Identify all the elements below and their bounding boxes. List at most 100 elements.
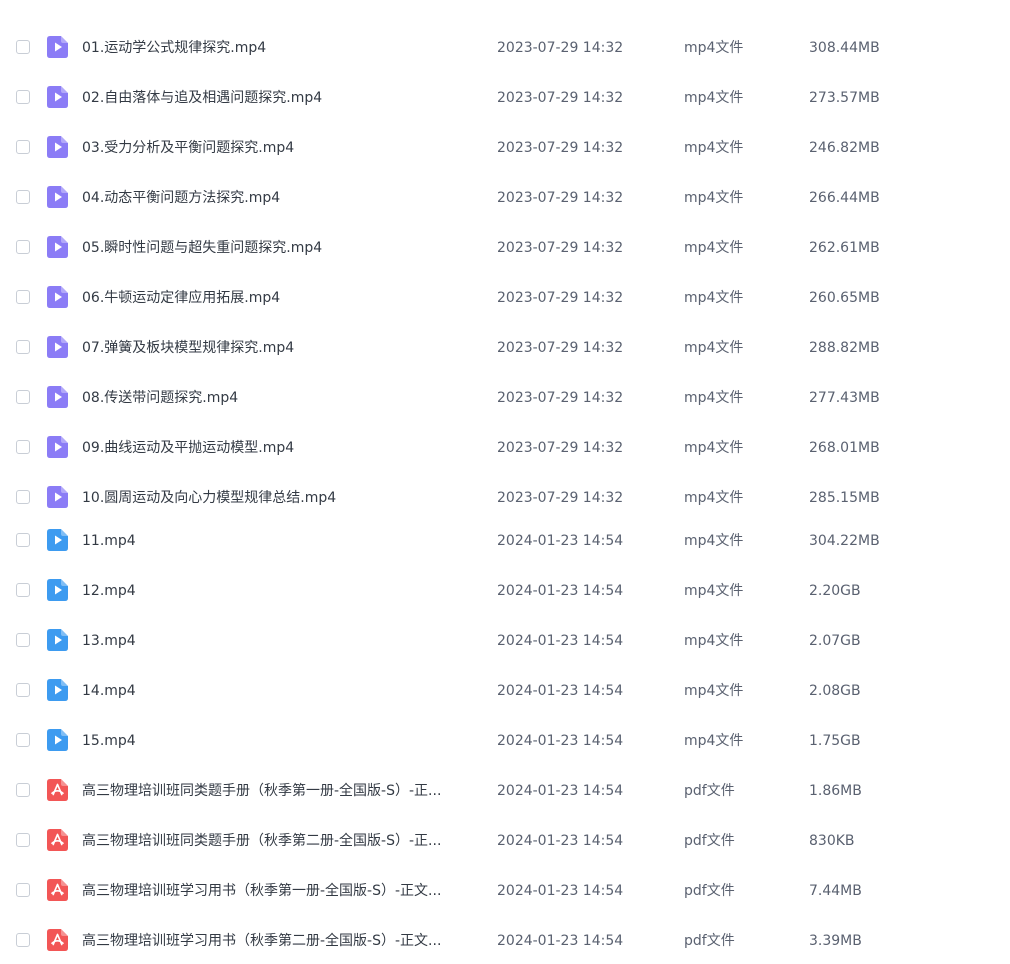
file-date: 2024-01-23 14:54 [497,683,624,699]
file-name[interactable]: 13.mp4 [82,632,136,650]
file-name[interactable]: 高三物理培训班学习用书（秋季第二册-全国版-S）-正文... [82,932,441,950]
file-name[interactable]: 12.mp4 [82,582,136,600]
file-row[interactable]: 14.mp4 2024-01-23 14:54 mp4文件 2.08GB [0,671,1010,711]
file-name[interactable]: 11.mp4 [82,532,136,550]
row-checkbox[interactable] [16,190,30,204]
file-name[interactable]: 05.瞬时性问题与超失重问题探究.mp4 [82,239,322,257]
file-type: mp4文件 [684,733,744,749]
file-date: 2023-07-29 14:32 [497,240,624,256]
row-checkbox[interactable] [16,733,30,747]
file-date: 2024-01-23 14:54 [497,533,624,549]
file-type: mp4文件 [684,683,744,699]
row-checkbox[interactable] [16,633,30,647]
file-row[interactable]: 06.牛顿运动定律应用拓展.mp4 2023-07-29 14:32 mp4文件… [0,278,1010,318]
file-size: 285.15MB [809,490,880,506]
file-date: 2024-01-23 14:54 [497,783,624,799]
row-checkbox[interactable] [16,833,30,847]
row-checkbox[interactable] [16,40,30,54]
row-checkbox[interactable] [16,490,30,504]
file-name[interactable]: 高三物理培训班同类题手册（秋季第一册-全国版-S）-正... [82,782,441,800]
file-row[interactable]: 04.动态平衡问题方法探究.mp4 2023-07-29 14:32 mp4文件… [0,178,1010,218]
file-date: 2023-07-29 14:32 [497,340,624,356]
file-date: 2023-07-29 14:32 [497,440,624,456]
file-name[interactable]: 10.圆周运动及向心力模型规律总结.mp4 [82,489,336,507]
video-file-purple-icon [47,186,68,208]
file-size: 262.61MB [809,240,880,256]
file-size: 1.75GB [809,733,861,749]
file-size: 246.82MB [809,140,880,156]
file-size: 7.44MB [809,883,862,899]
file-name[interactable]: 06.牛顿运动定律应用拓展.mp4 [82,289,280,307]
file-date: 2023-07-29 14:32 [497,190,624,206]
file-type: mp4文件 [684,90,744,106]
file-row[interactable]: 11.mp4 2024-01-23 14:54 mp4文件 304.22MB [0,521,1010,561]
file-size: 2.08GB [809,683,861,699]
file-size: 277.43MB [809,390,880,406]
video-file-purple-icon [47,36,68,58]
file-row[interactable]: 10.圆周运动及向心力模型规律总结.mp4 2023-07-29 14:32 m… [0,478,1010,518]
video-file-blue-icon [47,529,68,551]
row-checkbox[interactable] [16,90,30,104]
file-row[interactable]: 12.mp4 2024-01-23 14:54 mp4文件 2.20GB [0,571,1010,611]
file-row[interactable]: 08.传送带问题探究.mp4 2023-07-29 14:32 mp4文件 27… [0,378,1010,418]
row-checkbox[interactable] [16,933,30,947]
file-name[interactable]: 01.运动学公式规律探究.mp4 [82,39,266,57]
pdf-file-icon [47,779,68,801]
row-checkbox[interactable] [16,440,30,454]
row-checkbox[interactable] [16,240,30,254]
file-type: pdf文件 [684,833,735,849]
pdf-file-icon [47,829,68,851]
file-size: 266.44MB [809,190,880,206]
file-row[interactable]: 07.弹簧及板块模型规律探究.mp4 2023-07-29 14:32 mp4文… [0,328,1010,368]
file-row[interactable]: 高三物理培训班学习用书（秋季第一册-全国版-S）-正文... 2024-01-2… [0,871,1010,911]
file-type: mp4文件 [684,490,744,506]
video-file-purple-icon [47,86,68,108]
file-name[interactable]: 02.自由落体与追及相遇问题探究.mp4 [82,89,322,107]
file-size: 304.22MB [809,533,880,549]
file-name[interactable]: 04.动态平衡问题方法探究.mp4 [82,189,280,207]
file-type: pdf文件 [684,933,735,949]
file-row[interactable]: 高三物理培训班同类题手册（秋季第二册-全国版-S）-正... 2024-01-2… [0,821,1010,861]
video-file-purple-icon [47,386,68,408]
file-type: mp4文件 [684,583,744,599]
file-row[interactable]: 15.mp4 2024-01-23 14:54 mp4文件 1.75GB [0,721,1010,761]
file-name[interactable]: 07.弹簧及板块模型规律探究.mp4 [82,339,294,357]
file-type: mp4文件 [684,140,744,156]
file-type: mp4文件 [684,440,744,456]
file-row[interactable]: 05.瞬时性问题与超失重问题探究.mp4 2023-07-29 14:32 mp… [0,228,1010,268]
row-checkbox[interactable] [16,783,30,797]
row-checkbox[interactable] [16,533,30,547]
file-size: 273.57MB [809,90,880,106]
row-checkbox[interactable] [16,883,30,897]
file-name[interactable]: 高三物理培训班学习用书（秋季第一册-全国版-S）-正文... [82,882,441,900]
video-file-purple-icon [47,286,68,308]
pdf-file-icon [47,879,68,901]
video-file-blue-icon [47,679,68,701]
file-size: 1.86MB [809,783,862,799]
row-checkbox[interactable] [16,583,30,597]
row-checkbox[interactable] [16,140,30,154]
row-checkbox[interactable] [16,340,30,354]
file-name[interactable]: 15.mp4 [82,732,136,750]
file-row[interactable]: 09.曲线运动及平抛运动模型.mp4 2023-07-29 14:32 mp4文… [0,428,1010,468]
file-date: 2023-07-29 14:32 [497,140,624,156]
file-name[interactable]: 08.传送带问题探究.mp4 [82,389,238,407]
file-name[interactable]: 03.受力分析及平衡问题探究.mp4 [82,139,294,157]
file-row[interactable]: 02.自由落体与追及相遇问题探究.mp4 2023-07-29 14:32 mp… [0,78,1010,118]
file-name[interactable]: 高三物理培训班同类题手册（秋季第二册-全国版-S）-正... [82,832,441,850]
file-row[interactable]: 03.受力分析及平衡问题探究.mp4 2023-07-29 14:32 mp4文… [0,128,1010,168]
row-checkbox[interactable] [16,683,30,697]
file-row[interactable]: 01.运动学公式规律探究.mp4 2023-07-29 14:32 mp4文件 … [0,28,1010,68]
file-row[interactable]: 高三物理培训班同类题手册（秋季第一册-全国版-S）-正... 2024-01-2… [0,771,1010,811]
file-row[interactable]: 高三物理培训班学习用书（秋季第二册-全国版-S）-正文... 2024-01-2… [0,921,1010,961]
video-file-blue-icon [47,579,68,601]
file-name[interactable]: 14.mp4 [82,682,136,700]
file-size: 2.07GB [809,633,861,649]
video-file-blue-icon [47,729,68,751]
file-date: 2024-01-23 14:54 [497,733,624,749]
file-name[interactable]: 09.曲线运动及平抛运动模型.mp4 [82,439,294,457]
file-row[interactable]: 13.mp4 2024-01-23 14:54 mp4文件 2.07GB [0,621,1010,661]
file-type: pdf文件 [684,783,735,799]
row-checkbox[interactable] [16,390,30,404]
row-checkbox[interactable] [16,290,30,304]
